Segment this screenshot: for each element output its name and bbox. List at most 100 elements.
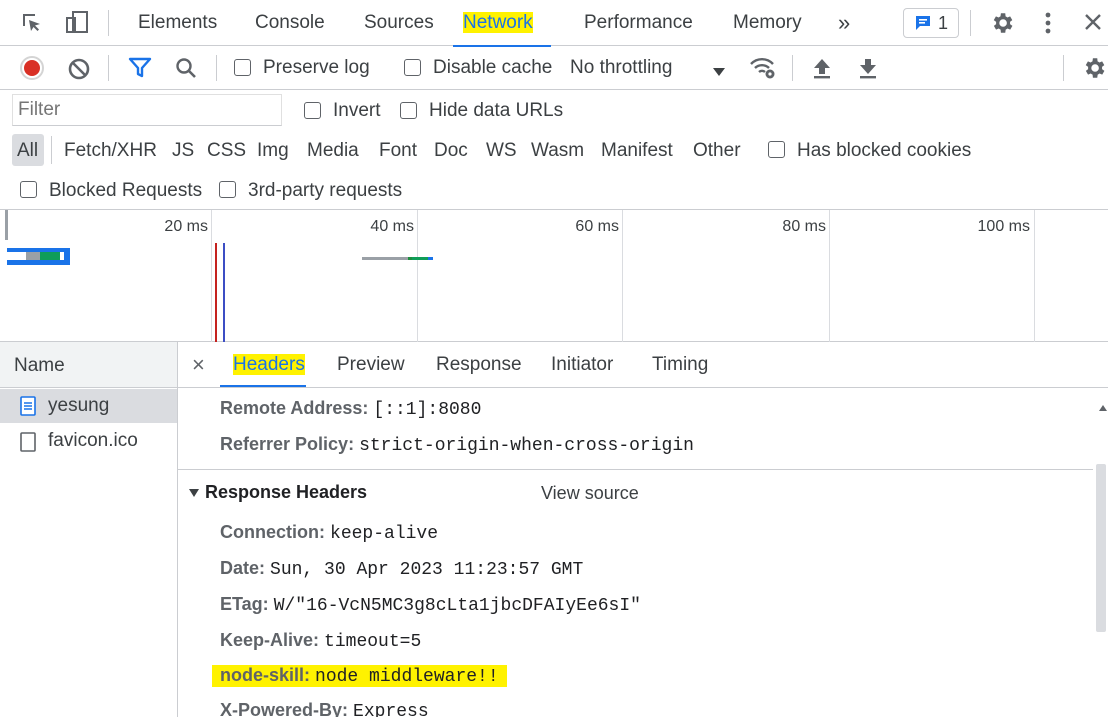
close-devtools-icon[interactable] bbox=[1083, 12, 1103, 38]
blocked-requests-checkbox[interactable] bbox=[20, 181, 37, 198]
hide-data-urls-checkbox[interactable] bbox=[400, 102, 417, 119]
header-key: Remote Address: bbox=[220, 398, 369, 418]
details-tab-preview[interactable]: Preview bbox=[337, 354, 405, 376]
scrollbar-thumb[interactable] bbox=[1096, 464, 1106, 632]
type-filter-media[interactable]: Media bbox=[307, 140, 359, 162]
general-header-row: Remote Address: [::1]:8080 bbox=[220, 398, 481, 420]
throttling-select[interactable]: No throttling bbox=[570, 57, 672, 79]
response-header-row: Connection: keep-alive bbox=[220, 522, 438, 544]
request-details-pane: × Headers Preview Response Initiator Tim… bbox=[178, 342, 1108, 717]
close-details-button[interactable]: × bbox=[192, 352, 205, 378]
request-row[interactable]: favicon.ico bbox=[0, 425, 177, 459]
invert-checkbox[interactable] bbox=[304, 102, 321, 119]
clear-icon[interactable] bbox=[67, 57, 91, 87]
details-tab-initiator[interactable]: Initiator bbox=[551, 354, 613, 376]
filter-icon[interactable] bbox=[128, 57, 152, 85]
details-tab-response[interactable]: Response bbox=[436, 354, 522, 376]
tab-sources[interactable]: Sources bbox=[364, 0, 434, 46]
timeline-gridline bbox=[417, 210, 418, 342]
dropdown-arrow-icon[interactable] bbox=[712, 62, 726, 84]
network-toolbar: Preserve log Disable cache No throttling bbox=[0, 46, 1108, 90]
tab-network-label: Network bbox=[463, 12, 533, 33]
kebab-menu-icon[interactable] bbox=[1040, 11, 1056, 41]
view-source-link[interactable]: View source bbox=[541, 483, 639, 504]
type-filter-manifest[interactable]: Manifest bbox=[601, 140, 673, 162]
filter-field[interactable] bbox=[12, 94, 282, 126]
response-headers-toggle[interactable]: Response Headers bbox=[188, 482, 367, 503]
load-event-marker bbox=[223, 243, 225, 342]
header-value: keep-alive bbox=[330, 524, 439, 544]
details-tab-headers[interactable]: Headers bbox=[233, 354, 305, 376]
type-filter-ws[interactable]: WS bbox=[486, 140, 517, 162]
issues-count: 1 bbox=[937, 12, 948, 33]
header-value: Express bbox=[353, 702, 429, 717]
timeline-overview[interactable]: 20 ms 40 ms 60 ms 80 ms 100 ms bbox=[0, 210, 1108, 342]
third-party-requests-label: 3rd-party requests bbox=[248, 180, 403, 201]
active-tab-indicator bbox=[220, 385, 306, 387]
type-filter-fetch-xhr[interactable]: Fetch/XHR bbox=[64, 140, 157, 162]
type-filter-wasm[interactable]: Wasm bbox=[531, 140, 584, 162]
header-key: Connection: bbox=[220, 522, 325, 542]
device-toolbar-icon[interactable] bbox=[64, 10, 90, 42]
more-tabs-button[interactable]: » bbox=[838, 0, 850, 46]
tab-network[interactable]: Network bbox=[453, 0, 551, 47]
filter-input[interactable] bbox=[13, 95, 281, 125]
timeline-tick-label: 20 ms bbox=[164, 218, 208, 235]
issues-button[interactable]: 1 bbox=[903, 8, 959, 38]
record-icon[interactable] bbox=[20, 56, 44, 80]
has-blocked-cookies-checkbox[interactable] bbox=[768, 141, 785, 158]
type-filter-other[interactable]: Other bbox=[693, 140, 741, 162]
type-filter-doc[interactable]: Doc bbox=[434, 140, 468, 162]
response-headers-title: Response Headers bbox=[205, 482, 368, 502]
request-row-selected[interactable]: yesung bbox=[0, 389, 177, 423]
timeline-tick-label: 40 ms bbox=[370, 218, 414, 235]
request-bar-favicon[interactable] bbox=[362, 257, 408, 260]
file-icon bbox=[20, 432, 36, 458]
triangle-down-icon bbox=[189, 488, 199, 497]
type-filter-css[interactable]: CSS bbox=[207, 140, 246, 162]
type-filter-all[interactable]: All bbox=[17, 140, 38, 162]
response-header-row: Keep-Alive: timeout=5 bbox=[220, 630, 421, 652]
timeline-left-handle[interactable] bbox=[5, 210, 8, 240]
response-header-row-highlighted: node-skill: node middleware!! bbox=[212, 665, 507, 687]
header-value: Sun, 30 Apr 2023 11:23:57 GMT bbox=[270, 560, 584, 580]
timeline-gridline bbox=[622, 210, 623, 342]
type-filter-js[interactable]: JS bbox=[172, 140, 194, 162]
network-settings-icon[interactable] bbox=[1081, 55, 1107, 87]
type-filter-font[interactable]: Font bbox=[379, 140, 417, 162]
header-key: Keep-Alive: bbox=[220, 630, 320, 650]
import-har-icon[interactable] bbox=[811, 56, 833, 86]
header-value: [::1]:8080 bbox=[373, 400, 482, 420]
header-value: timeout=5 bbox=[324, 632, 422, 652]
timeline-gridline bbox=[829, 210, 830, 342]
tab-memory[interactable]: Memory bbox=[733, 0, 802, 46]
timeline-tick-label: 80 ms bbox=[782, 218, 826, 235]
settings-gear-icon[interactable] bbox=[989, 10, 1015, 42]
network-conditions-icon[interactable] bbox=[748, 55, 778, 87]
type-filter-img[interactable]: Img bbox=[257, 140, 289, 162]
name-column-header[interactable]: Name bbox=[0, 342, 177, 388]
request-list: Name yesung favicon.ico bbox=[0, 342, 178, 717]
tab-elements[interactable]: Elements bbox=[138, 0, 217, 46]
request-bar-waiting bbox=[26, 252, 40, 260]
hide-data-urls-label: Hide data URLs bbox=[429, 100, 564, 121]
search-icon[interactable] bbox=[174, 56, 198, 86]
timeline-gridline bbox=[1034, 210, 1035, 342]
response-header-row: Date: Sun, 30 Apr 2023 11:23:57 GMT bbox=[220, 558, 583, 580]
response-header-row: ETag: W/"16-VcN5MC3g8cLta1jbcDFAIyEe6sI" bbox=[220, 594, 641, 616]
preserve-log-checkbox[interactable] bbox=[234, 59, 251, 76]
tab-console[interactable]: Console bbox=[255, 0, 325, 46]
export-har-icon[interactable] bbox=[857, 56, 879, 86]
scroll-up-arrow-icon[interactable] bbox=[1098, 396, 1108, 418]
inspect-element-icon[interactable] bbox=[20, 11, 44, 41]
issues-icon bbox=[915, 16, 930, 30]
filter-bar: Invert Hide data URLs All Fetch/XHR JS C… bbox=[0, 90, 1108, 210]
disable-cache-checkbox[interactable] bbox=[404, 59, 421, 76]
tab-performance[interactable]: Performance bbox=[584, 0, 693, 46]
third-party-requests-checkbox[interactable] bbox=[219, 181, 236, 198]
details-tab-timing[interactable]: Timing bbox=[652, 354, 708, 376]
disable-cache-label: Disable cache bbox=[433, 57, 553, 78]
timeline-tick-label: 100 ms bbox=[977, 218, 1030, 235]
header-key: node-skill: bbox=[220, 665, 311, 685]
request-bar-download bbox=[40, 252, 60, 260]
